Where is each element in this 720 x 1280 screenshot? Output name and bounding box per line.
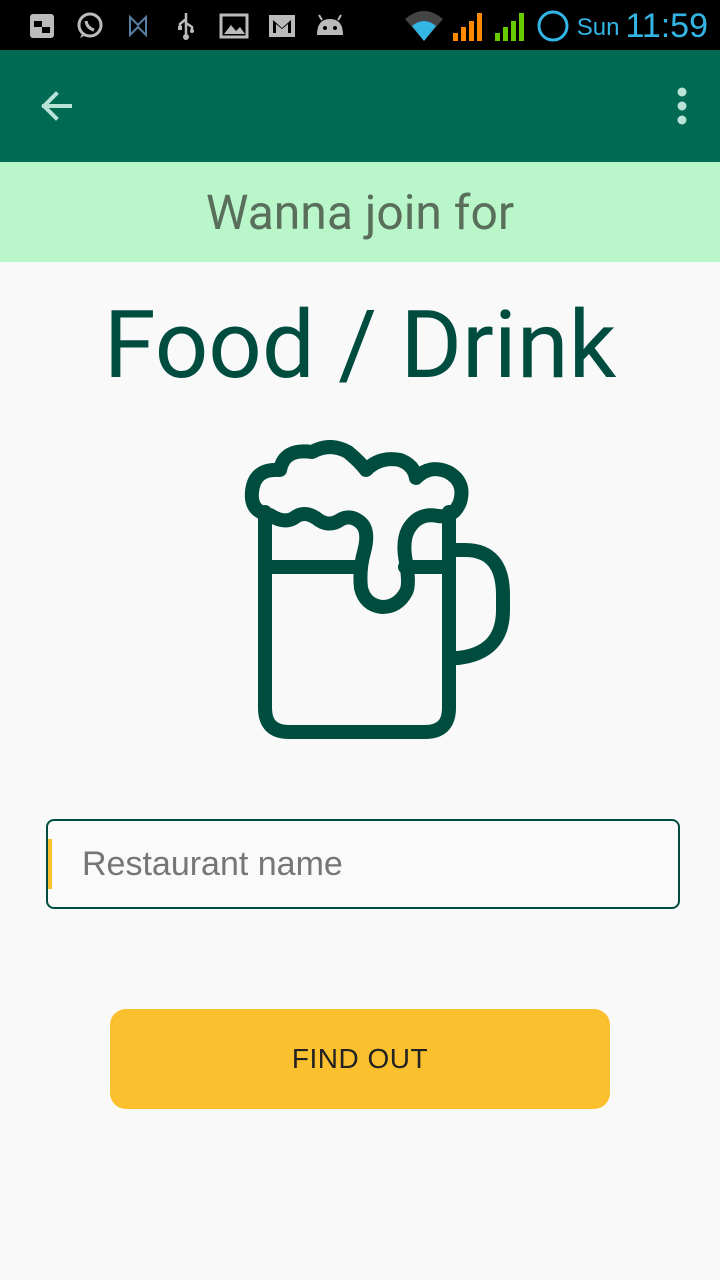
find-out-button[interactable]: FIND OUT (110, 1009, 610, 1109)
overflow-menu-button[interactable] (662, 78, 702, 134)
more-vert-icon (677, 87, 687, 125)
signal-orange-icon (452, 13, 482, 41)
subtitle-text: Wanna join for (205, 183, 515, 241)
signal-green-icon (494, 13, 524, 41)
status-time: 11:59 (625, 6, 708, 45)
page-title: Food / Drink (103, 290, 617, 400)
battery-circle-icon (537, 10, 569, 42)
subtitle-banner: Wanna join for (0, 162, 720, 262)
status-day: Sun (576, 14, 620, 41)
status-indicators: Sun 11:59 (403, 4, 708, 48)
arrow-back-icon (41, 91, 72, 121)
restaurant-name-input[interactable] (48, 821, 678, 907)
status-bar: Sun 11:59 (0, 0, 720, 50)
whatsapp-icon (66, 8, 114, 44)
wifi-icon (404, 11, 443, 41)
usb-icon (162, 8, 210, 44)
image-icon (210, 8, 258, 44)
text-cursor (48, 839, 52, 889)
back-button[interactable] (28, 78, 84, 134)
notification-icons (18, 8, 354, 44)
app-icon (114, 8, 162, 44)
app-bar (0, 50, 720, 162)
gmail-icon (258, 8, 306, 44)
beer-mug-icon (244, 440, 510, 739)
android-icon (306, 8, 354, 44)
gallery-icon (18, 8, 66, 44)
restaurant-name-field[interactable] (46, 819, 680, 909)
